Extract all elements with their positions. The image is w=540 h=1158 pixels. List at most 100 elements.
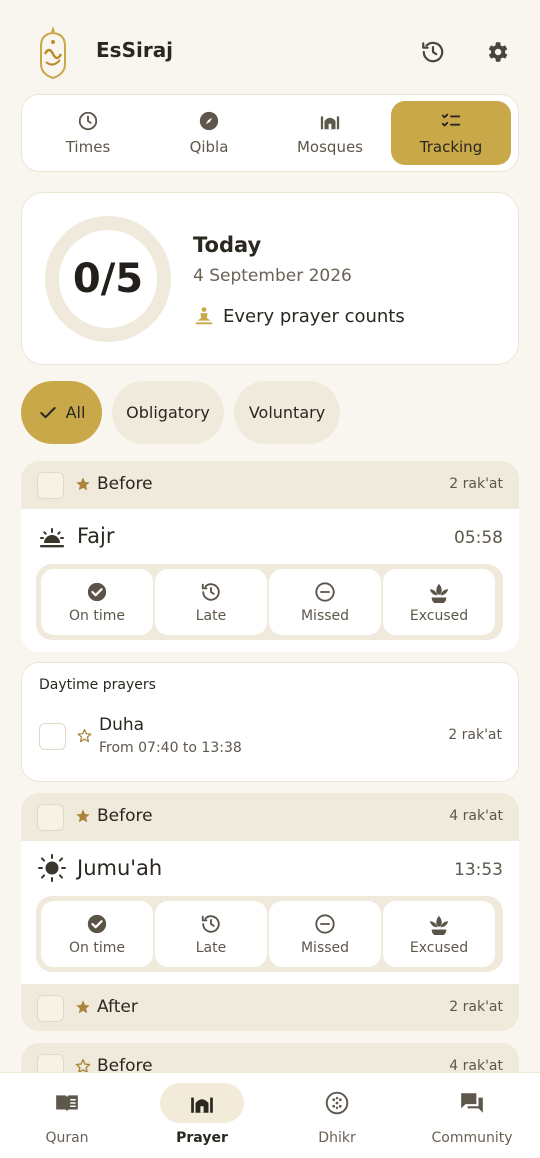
- tab-label: Qibla: [189, 138, 229, 156]
- nav-prayer[interactable]: Prayer: [137, 1083, 267, 1153]
- daily-summary-card: 0/5 Today 4 September 2026 Every prayer …: [21, 192, 519, 365]
- summary-motto: Every prayer counts: [193, 305, 405, 327]
- status-on-time-button[interactable]: On time: [41, 569, 153, 635]
- status-label: Late: [195, 607, 227, 624]
- history-button[interactable]: [413, 32, 453, 72]
- mosque-icon: [320, 116, 340, 130]
- status-missed-button[interactable]: Missed: [269, 901, 381, 967]
- mosque-icon: [191, 1097, 213, 1113]
- checklist-icon: [441, 113, 461, 127]
- tab-times[interactable]: Times: [28, 101, 148, 165]
- sunnah-checkbox[interactable]: [37, 804, 64, 831]
- duha-checkbox[interactable]: [39, 723, 66, 750]
- status-label: Late: [195, 939, 227, 956]
- check-icon: [39, 406, 56, 418]
- sunnah-before-row[interactable]: Before 2 rak'at: [21, 461, 519, 509]
- tab-qibla[interactable]: Qibla: [149, 101, 269, 165]
- sunnah-label: After: [97, 997, 138, 1017]
- status-label: Excused: [409, 607, 469, 624]
- minus-circle-icon: [315, 913, 335, 934]
- history-icon: [201, 914, 220, 933]
- book-icon: [56, 1095, 78, 1112]
- filter-label: All: [65, 403, 86, 422]
- status-segmented-control: On time Late Missed Excused: [36, 564, 503, 640]
- status-late-button[interactable]: Late: [155, 569, 267, 635]
- status-excused-button[interactable]: Excused: [383, 569, 495, 635]
- status-excused-button[interactable]: Excused: [383, 901, 495, 967]
- filter-label: Voluntary: [248, 403, 326, 422]
- daytime-prayers-card: Daytime prayers Duha From 07:40 to 13:38…: [21, 662, 519, 782]
- status-label: Missed: [300, 939, 350, 956]
- progress-value: 0/5: [72, 256, 144, 302]
- status-label: Excused: [409, 939, 469, 956]
- history-icon: [422, 41, 444, 63]
- voluntary-prayer-name: Duha: [99, 715, 145, 735]
- lotus-icon: [429, 583, 449, 603]
- sunrise-icon: [40, 528, 64, 548]
- filter-obligatory[interactable]: Obligatory: [112, 381, 224, 444]
- tab-label: Tracking: [419, 138, 483, 156]
- tab-label: Times: [65, 138, 111, 156]
- lotus-icon: [429, 915, 449, 935]
- status-label: On time: [69, 939, 125, 956]
- app-logo: [40, 26, 66, 80]
- status-segmented-control: On time Late Missed Excused: [36, 896, 503, 972]
- praying-person-icon: [195, 307, 213, 325]
- tab-mosques[interactable]: Mosques: [270, 101, 390, 165]
- filter-all[interactable]: All: [21, 381, 102, 444]
- sunnah-before-row[interactable]: Before 4 rak'at: [21, 793, 519, 841]
- filter-voluntary[interactable]: Voluntary: [234, 381, 340, 444]
- star-filled-icon: [76, 1000, 90, 1014]
- star-outline-icon: [77, 728, 92, 743]
- tab-label: Mosques: [296, 138, 363, 156]
- sunnah-label: Before: [97, 806, 153, 826]
- sunnah-checkbox[interactable]: [37, 472, 64, 499]
- voluntary-prayer-rakat: 2 rak'at: [448, 727, 502, 743]
- nav-label: Prayer: [176, 1130, 228, 1146]
- chat-icon: [461, 1093, 483, 1113]
- motto-text: Every prayer counts: [223, 305, 405, 327]
- prayer-time: 13:53: [454, 860, 503, 880]
- sun-icon: [38, 854, 66, 882]
- nav-dhikr[interactable]: Dhikr: [272, 1083, 402, 1153]
- status-label: On time: [69, 607, 125, 624]
- tab-tracking[interactable]: Tracking: [391, 101, 511, 165]
- app-title: EsSiraj: [96, 38, 174, 62]
- status-late-button[interactable]: Late: [155, 901, 267, 967]
- section-tabs: Times Qibla Mosques Tracking: [21, 94, 519, 172]
- status-missed-button[interactable]: Missed: [269, 569, 381, 635]
- nav-label: Quran: [45, 1130, 89, 1146]
- sunnah-label: Before: [97, 474, 153, 494]
- summary-title: Today: [193, 233, 262, 257]
- nav-quran[interactable]: Quran: [2, 1083, 132, 1153]
- nav-label: Dhikr: [318, 1130, 356, 1146]
- prayer-name: Jumu'ah: [77, 856, 163, 880]
- sunnah-after-row[interactable]: After 2 rak'at: [21, 984, 519, 1031]
- voluntary-prayer-range: From 07:40 to 13:38: [99, 740, 242, 756]
- prayer-card-fajr: Before 2 rak'at Fajr 05:58 On time Late …: [21, 461, 519, 652]
- sunnah-rakat: 2 rak'at: [449, 476, 503, 492]
- status-label: Missed: [300, 607, 350, 624]
- sunnah-checkbox[interactable]: [37, 995, 64, 1022]
- sunnah-rakat: 2 rak'at: [449, 999, 503, 1015]
- bottom-navigation: Quran Prayer Dhikr Community: [0, 1072, 540, 1158]
- app-header: EsSiraj: [0, 0, 540, 96]
- compass-icon: [199, 111, 219, 131]
- prayer-name: Fajr: [77, 524, 115, 548]
- section-title: Daytime prayers: [39, 677, 156, 693]
- filter-label: Obligatory: [126, 403, 210, 422]
- nav-label: Community: [431, 1130, 513, 1146]
- check-circle-icon: [87, 582, 107, 601]
- prayer-card-jumuah: Before 4 rak'at Jumu'ah 13:53 On time La…: [21, 793, 519, 1031]
- nav-community[interactable]: Community: [407, 1083, 537, 1153]
- check-circle-icon: [87, 914, 107, 933]
- prayer-time: 05:58: [454, 528, 503, 548]
- status-on-time-button[interactable]: On time: [41, 901, 153, 967]
- summary-date: 4 September 2026: [193, 266, 352, 286]
- settings-button[interactable]: [477, 32, 517, 72]
- gear-icon: [488, 42, 508, 62]
- history-icon: [201, 582, 220, 601]
- minus-circle-icon: [315, 581, 335, 602]
- star-filled-icon: [76, 809, 90, 823]
- sunnah-rakat: 4 rak'at: [449, 808, 503, 824]
